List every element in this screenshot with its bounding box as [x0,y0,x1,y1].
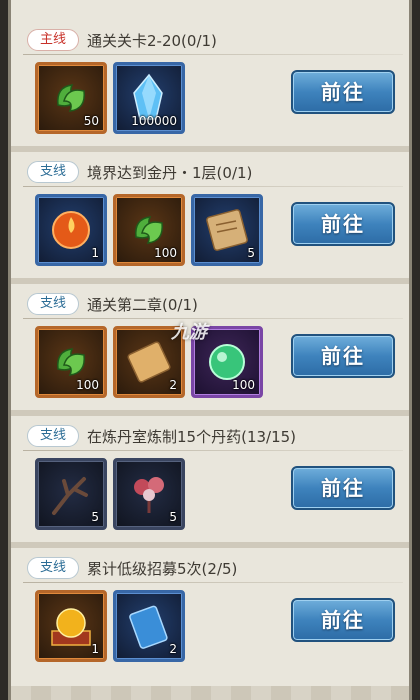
quest-type-tag: 主线 [27,29,79,51]
quest-type-tag: 支线 [27,161,79,183]
reward-item[interactable]: 5 [191,194,263,266]
quest-panel: 主线 通关关卡2-20(0/1) 50 100000 前往 支线 境界达到金丹・… [8,0,412,700]
go-button[interactable]: 前往 [291,70,395,114]
go-button[interactable]: 前往 [291,466,395,510]
quest-title: 境界达到金丹・1层(0/1) [87,163,253,182]
reward-item[interactable]: 50 [35,62,107,134]
quest-header: 支线 累计低级招募5次(2/5) [23,554,403,582]
quest-row: 支线 通关第二章(0/1) 100 2 100 前往 [23,290,403,420]
reward-count: 100 [154,246,177,260]
reward-count: 5 [169,510,177,524]
go-button[interactable]: 前往 [291,334,395,378]
divider [23,582,403,583]
reward-list: 50 100000 [35,62,185,140]
quest-type-tag: 支线 [27,293,79,315]
quest-title: 在炼丹室炼制15个丹药(13/15) [87,427,297,446]
reward-list: 5 5 [35,458,185,536]
reward-item[interactable]: 1 [35,590,107,662]
quest-header: 支线 通关第二章(0/1) [23,290,403,318]
reward-item[interactable]: 2 [113,590,185,662]
reward-count: 1 [91,246,99,260]
reward-item[interactable]: 1 [35,194,107,266]
quest-row: 主线 通关关卡2-20(0/1) 50 100000 前往 [23,26,403,156]
go-button[interactable]: 前往 [291,202,395,246]
divider [23,318,403,319]
quest-row: 支线 在炼丹室炼制15个丹药(13/15) 5 5 前往 [23,422,403,552]
reward-count: 1 [91,642,99,656]
reward-list: 100 2 100 [35,326,263,404]
quest-title: 累计低级招募5次(2/5) [87,559,238,578]
reward-item[interactable]: 100 [113,194,185,266]
reward-item[interactable]: 100 [35,326,107,398]
divider [23,450,403,451]
reward-count: 5 [247,246,255,260]
quest-header: 支线 境界达到金丹・1层(0/1) [23,158,403,186]
watermark-logo: 九游 [171,322,207,343]
reward-list: 1 100 5 [35,194,263,272]
reward-count: 100 [76,378,99,392]
quest-type-tag: 支线 [27,425,79,447]
reward-list: 1 2 [35,590,185,668]
reward-count: 100 [232,378,255,392]
quest-header: 支线 在炼丹室炼制15个丹药(13/15) [23,422,403,450]
quest-row: 支线 境界达到金丹・1层(0/1) 1 100 5 前往 [23,158,403,288]
bottom-decoration [11,686,409,700]
reward-item[interactable]: 100000 [113,62,185,134]
quest-title: 通关关卡2-20(0/1) [87,31,217,50]
section-separator [11,146,409,152]
reward-item[interactable]: 5 [35,458,107,530]
reward-count: 50 [83,114,99,128]
quest-header: 主线 通关关卡2-20(0/1) [23,26,403,54]
reward-count: 100000 [131,114,177,128]
divider [23,186,403,187]
reward-count: 5 [91,510,99,524]
reward-count: 2 [169,642,177,656]
quest-type-tag: 支线 [27,557,79,579]
quest-row: 支线 累计低级招募5次(2/5) 1 2 前往 [23,554,403,684]
section-separator [11,278,409,284]
reward-item[interactable]: 5 [113,458,185,530]
quest-title: 通关第二章(0/1) [87,295,198,314]
reward-count: 2 [169,378,177,392]
divider [23,54,403,55]
section-separator [11,542,409,548]
go-button[interactable]: 前往 [291,598,395,642]
section-separator [11,410,409,416]
